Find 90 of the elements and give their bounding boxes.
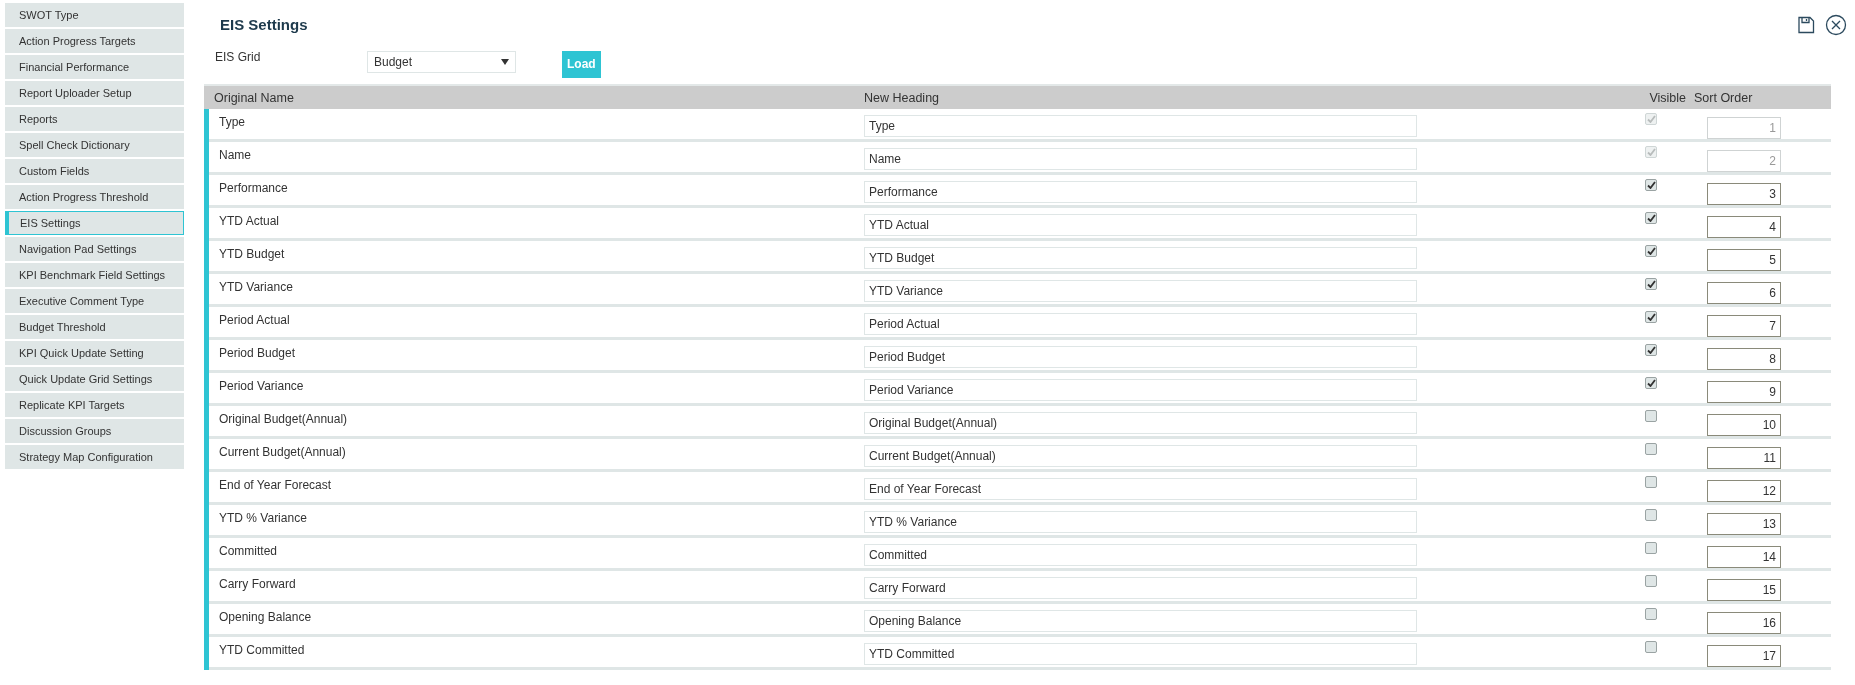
- sort-order-input[interactable]: 7: [1707, 314, 1781, 337]
- table-cell-text: YTD Committed: [218, 641, 306, 659]
- heading-input[interactable]: Committed: [864, 543, 1417, 566]
- save-icon[interactable]: [1797, 16, 1815, 34]
- sort-order-input[interactable]: 5: [1707, 248, 1781, 271]
- table-cell-text: Opening Balance: [218, 608, 313, 626]
- table-cell-text: End of Year Forecast: [218, 476, 333, 494]
- column-header: Sort Order: [1694, 89, 1754, 107]
- visible-checkbox[interactable]: [1645, 277, 1657, 290]
- heading-input[interactable]: YTD Variance: [864, 279, 1417, 302]
- page-title: EIS Settings: [220, 15, 308, 35]
- sidebar-item[interactable]: Strategy Map Configuration: [5, 445, 184, 469]
- heading-input[interactable]: YTD Budget: [864, 246, 1417, 269]
- table-cell-text: Type: [218, 113, 246, 131]
- sort-order-input[interactable]: 10: [1707, 413, 1781, 436]
- sidebar-item[interactable]: Budget Threshold: [5, 315, 184, 339]
- table-cell-text: Name: [218, 146, 252, 164]
- visible-checkbox[interactable]: [1645, 640, 1657, 653]
- visible-checkbox[interactable]: [1645, 376, 1657, 389]
- sidebar-item[interactable]: Discussion Groups: [5, 419, 184, 443]
- table-cell-text: Original Budget(Annual): [218, 410, 349, 428]
- grid-label: EIS Grid: [215, 48, 262, 66]
- visible-checkbox[interactable]: [1645, 508, 1657, 521]
- visible-checkbox[interactable]: [1645, 607, 1657, 620]
- sidebar-item[interactable]: SWOT Type: [5, 3, 184, 27]
- sidebar-item[interactable]: KPI Benchmark Field Settings: [5, 263, 184, 287]
- sidebar-item[interactable]: Executive Comment Type: [5, 289, 184, 313]
- visible-checkbox[interactable]: [1645, 211, 1657, 224]
- heading-input[interactable]: YTD Actual: [864, 213, 1417, 236]
- heading-input[interactable]: Period Actual: [864, 312, 1417, 335]
- heading-input[interactable]: Original Budget(Annual): [864, 411, 1417, 434]
- sidebar-item[interactable]: Financial Performance: [5, 55, 184, 79]
- sort-order-input[interactable]: 4: [1707, 215, 1781, 238]
- sort-order-input[interactable]: 14: [1707, 545, 1781, 568]
- table-cell-text: Committed: [218, 542, 278, 560]
- table-cell-text: Performance: [218, 179, 289, 197]
- sort-order-input[interactable]: 17: [1707, 644, 1781, 667]
- table-cell-text: Carry Forward: [218, 575, 297, 593]
- caret-icon: [501, 58, 509, 65]
- table-cell-text: YTD % Variance: [218, 509, 308, 527]
- sidebar-item[interactable]: Spell Check Dictionary: [5, 133, 184, 157]
- heading-input[interactable]: Opening Balance: [864, 609, 1417, 632]
- sidebar-item[interactable]: Replicate KPI Targets: [5, 393, 184, 417]
- visible-checkbox[interactable]: [1645, 541, 1657, 554]
- sidebar-item[interactable]: Custom Fields: [5, 159, 184, 183]
- visible-checkbox[interactable]: [1645, 343, 1657, 356]
- sidebar-item[interactable]: KPI Quick Update Setting: [5, 341, 184, 365]
- visible-checkbox[interactable]: [1645, 244, 1657, 257]
- visible-checkbox[interactable]: [1645, 310, 1657, 323]
- visible-checkbox[interactable]: [1645, 574, 1657, 587]
- heading-input[interactable]: YTD % Variance: [864, 510, 1417, 533]
- table-cell-text: YTD Variance: [218, 278, 294, 296]
- sort-order-input[interactable]: 8: [1707, 347, 1781, 370]
- sidebar-item[interactable]: Report Uploader Setup: [5, 81, 184, 105]
- visible-checkbox[interactable]: [1645, 409, 1657, 422]
- sidebar-item[interactable]: Reports: [5, 107, 184, 131]
- sort-order-input[interactable]: 12: [1707, 479, 1781, 502]
- sort-order-input[interactable]: 15: [1707, 578, 1781, 601]
- sidebar-item[interactable]: Quick Update Grid Settings: [5, 367, 184, 391]
- table-cell-text: Current Budget(Annual): [218, 443, 347, 461]
- column-header: Original Name: [213, 89, 295, 107]
- heading-input[interactable]: Period Variance: [864, 378, 1417, 401]
- sidebar-item[interactable]: Navigation Pad Settings: [5, 237, 184, 261]
- table-cell-text: YTD Budget: [218, 245, 286, 263]
- sort-order-input[interactable]: 11: [1707, 446, 1781, 469]
- table-cell-text: Period Actual: [218, 311, 291, 329]
- sidebar-item[interactable]: EIS Settings: [5, 211, 184, 235]
- grid-select[interactable]: Budget: [367, 50, 516, 73]
- heading-input[interactable]: End of Year Forecast: [864, 477, 1417, 500]
- heading-input[interactable]: Current Budget(Annual): [864, 444, 1417, 467]
- table-cell-text: Period Variance: [218, 377, 305, 395]
- heading-input[interactable]: Period Budget: [864, 345, 1417, 368]
- close-icon[interactable]: [1825, 14, 1847, 36]
- table-cell-text: YTD Actual: [218, 212, 281, 230]
- sidebar-item[interactable]: Action Progress Targets: [5, 29, 184, 53]
- sort-order-input[interactable]: 3: [1707, 182, 1781, 205]
- sidebar-item[interactable]: Action Progress Threshold: [5, 185, 184, 209]
- sort-order-input[interactable]: 16: [1707, 611, 1781, 634]
- visible-checkbox[interactable]: [1645, 475, 1657, 488]
- heading-input[interactable]: Performance: [864, 180, 1417, 203]
- sort-order-input[interactable]: 6: [1707, 281, 1781, 304]
- sort-order-input[interactable]: 9: [1707, 380, 1781, 403]
- visible-checkbox[interactable]: [1645, 178, 1657, 191]
- visible-checkbox[interactable]: [1645, 442, 1657, 455]
- column-header: Visible: [1648, 89, 1687, 107]
- table-cell-text: Period Budget: [218, 344, 297, 362]
- heading-input[interactable]: Carry Forward: [864, 576, 1417, 599]
- column-header: New Heading: [864, 89, 941, 107]
- sort-order-input[interactable]: 13: [1707, 512, 1781, 535]
- heading-input[interactable]: YTD Committed: [864, 642, 1417, 665]
